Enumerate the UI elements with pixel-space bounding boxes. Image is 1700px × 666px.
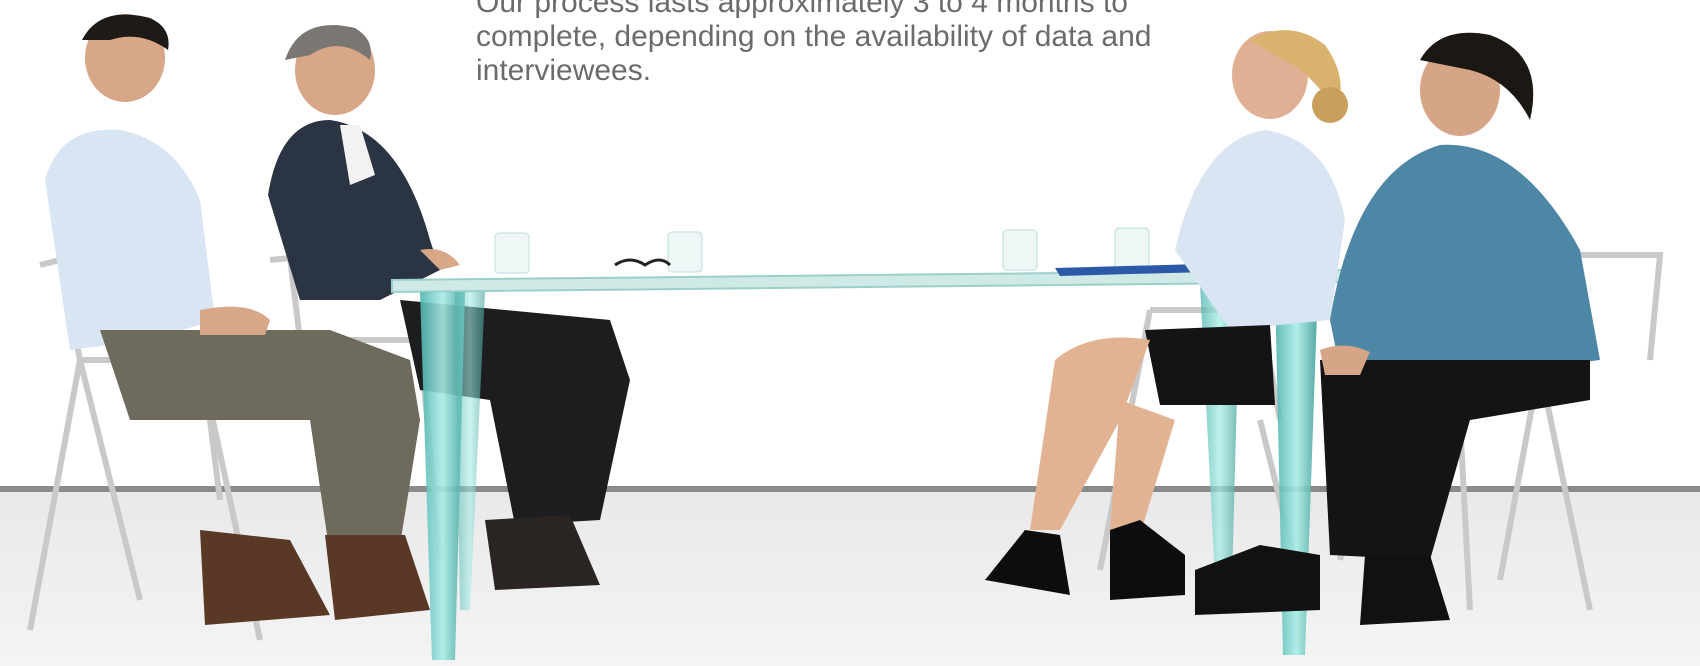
caption-line: complete, depending on the availability … — [476, 20, 1152, 53]
water-glass — [1002, 229, 1038, 271]
water-glass — [667, 231, 703, 273]
caption-text: Our process lasts approximately 3 to 4 m… — [476, 0, 1156, 88]
caption-line: Our process lasts approximately 3 to 4 m… — [476, 0, 1128, 19]
water-glass — [494, 232, 530, 274]
water-glass — [1114, 227, 1150, 271]
caption-line: interviewees. — [476, 54, 652, 87]
photo-stage: Our process lasts approximately 3 to 4 m… — [0, 0, 1700, 666]
meeting-photo — [0, 0, 1700, 666]
